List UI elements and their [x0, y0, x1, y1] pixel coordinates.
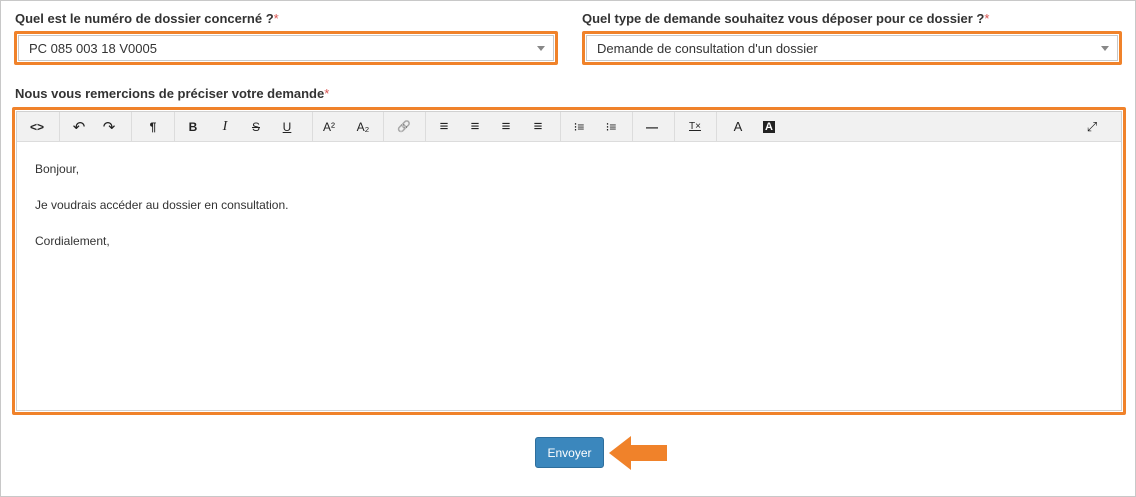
rich-text-editor[interactable]: <> ↶ ↷ ¶ B I S U A² A₂ 🔗 ≡ ≡ ≡ ≡ ⁝≡ ⁝≡ —: [16, 111, 1122, 411]
editor-line: Je voudrais accéder au dossier en consul…: [35, 198, 289, 212]
request-type-value: Demande de consultation d'un dossier: [597, 40, 818, 56]
editor-content[interactable]: Bonjour, Je voudrais accéder au dossier …: [35, 160, 288, 268]
fullscreen-icon[interactable]: ⤢: [1077, 112, 1107, 141]
toolbar-separator: [674, 112, 675, 141]
bullet-list-glyph: ⁝≡: [573, 119, 585, 134]
submit-button-label: Envoyer: [547, 445, 592, 460]
request-details-label: Nous vous remercions de préciser votre d…: [15, 86, 329, 101]
toolbar-separator: [425, 112, 426, 141]
clear-formatting-glyph: T×: [689, 121, 701, 132]
align-justify-icon[interactable]: ≡: [523, 112, 553, 141]
dossier-number-select[interactable]: PC 085 003 18 V0005: [18, 35, 554, 61]
horizontal-line-icon[interactable]: —: [637, 112, 667, 141]
editor-toolbar: <> ↶ ↷ ¶ B I S U A² A₂ 🔗 ≡ ≡ ≡ ≡ ⁝≡ ⁝≡ —: [17, 112, 1121, 142]
undo-icon[interactable]: ↶: [64, 112, 94, 141]
horizontal-line-glyph: —: [646, 119, 658, 134]
arrow-pointer-icon: [609, 436, 667, 470]
underline-icon[interactable]: U: [272, 112, 302, 141]
bold-icon[interactable]: B: [178, 112, 208, 141]
link-glyph: 🔗: [397, 121, 411, 133]
paragraph-format-icon[interactable]: ¶: [138, 112, 168, 141]
request-type-label: Quel type de demande souhaitez vous dépo…: [582, 11, 989, 26]
italic-icon[interactable]: I: [210, 112, 240, 141]
redo-icon[interactable]: ↷: [94, 112, 124, 141]
paragraph-format-glyph: ¶: [149, 119, 157, 134]
toolbar-separator: [560, 112, 561, 141]
align-right-glyph: ≡: [501, 118, 511, 135]
required-mark: *: [984, 11, 990, 26]
numbered-list-glyph: ⁝≡: [605, 119, 617, 134]
link-icon[interactable]: 🔗: [389, 112, 419, 141]
editor-line: Bonjour,: [35, 162, 80, 176]
redo-glyph: ↷: [102, 118, 116, 136]
toolbar-separator: [312, 112, 313, 141]
toolbar-separator: [174, 112, 175, 141]
submit-button[interactable]: Envoyer: [535, 437, 604, 468]
dossier-number-label-text: Quel est le numéro de dossier concerné ?: [15, 11, 274, 26]
text-color-glyph: A: [733, 119, 743, 134]
align-justify-glyph: ≡: [533, 118, 543, 135]
align-center-icon[interactable]: ≡: [460, 112, 490, 141]
italic-glyph: I: [222, 118, 228, 134]
request-details-label-text: Nous vous remercions de préciser votre d…: [15, 86, 325, 101]
chevron-down-icon: [1101, 46, 1109, 51]
align-left-icon[interactable]: ≡: [429, 112, 459, 141]
request-type-select[interactable]: Demande de consultation d'un dossier: [586, 35, 1118, 61]
background-color-glyph: A: [763, 120, 775, 133]
toolbar-separator: [632, 112, 633, 141]
form-panel: Quel est le numéro de dossier concerné ?…: [0, 0, 1136, 497]
dossier-number-value: PC 085 003 18 V0005: [29, 40, 157, 56]
superscript-glyph: A²: [323, 119, 335, 134]
align-center-glyph: ≡: [470, 118, 480, 135]
underline-glyph: U: [282, 119, 292, 134]
subscript-icon[interactable]: A₂: [348, 112, 378, 141]
bullet-list-icon[interactable]: ⁝≡: [564, 112, 594, 141]
clear-formatting-icon[interactable]: T×: [680, 112, 710, 141]
fullscreen-glyph: ⤢: [1086, 118, 1098, 134]
required-mark: *: [273, 11, 279, 26]
toolbar-separator: [716, 112, 717, 141]
align-right-icon[interactable]: ≡: [491, 112, 521, 141]
toolbar-separator: [383, 112, 384, 141]
request-type-label-text: Quel type de demande souhaitez vous dépo…: [582, 11, 985, 26]
strikethrough-glyph: S: [251, 119, 260, 134]
align-left-glyph: ≡: [439, 118, 449, 135]
subscript-glyph: A₂: [356, 119, 370, 134]
background-color-icon[interactable]: A: [754, 112, 784, 141]
code-view-glyph: <>: [29, 119, 44, 134]
editor-line: Cordialement,: [35, 234, 110, 248]
undo-glyph: ↶: [72, 118, 86, 136]
toolbar-separator: [59, 112, 60, 141]
toolbar-separator: [131, 112, 132, 141]
required-mark: *: [324, 86, 330, 101]
strikethrough-icon[interactable]: S: [241, 112, 271, 141]
text-color-icon[interactable]: A: [723, 112, 753, 141]
bold-glyph: B: [188, 119, 198, 134]
chevron-down-icon: [537, 46, 545, 51]
superscript-icon[interactable]: A²: [314, 112, 344, 141]
code-view-icon[interactable]: <>: [22, 112, 52, 141]
dossier-number-label: Quel est le numéro de dossier concerné ?…: [15, 11, 279, 26]
numbered-list-icon[interactable]: ⁝≡: [596, 112, 626, 141]
